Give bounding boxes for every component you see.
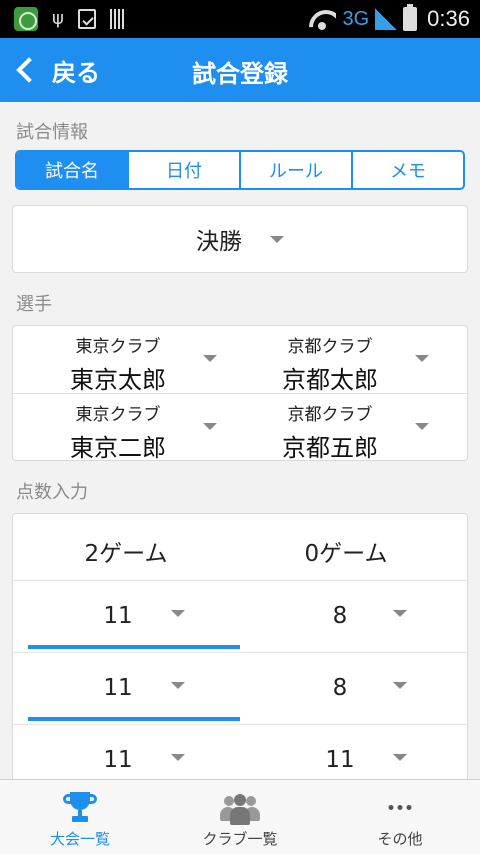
- score-select-right[interactable]: 8: [235, 653, 461, 725]
- tab-memo[interactable]: メモ: [351, 152, 463, 188]
- nav-other[interactable]: その他: [320, 780, 480, 854]
- score-value: 11: [103, 675, 133, 701]
- player-select-left[interactable]: 東京クラブ 東京二郎: [13, 394, 239, 462]
- player-select-left[interactable]: 東京クラブ 東京太郎: [13, 326, 239, 394]
- player-name: 京都五郎: [282, 434, 378, 462]
- nav-label: クラブ一覧: [202, 830, 278, 848]
- tab-date[interactable]: 日付: [127, 152, 239, 188]
- player-name: 東京二郎: [70, 434, 166, 462]
- match-info-tabs: 試合名 日付 ルール メモ: [15, 150, 465, 190]
- player-select-right[interactable]: 京都クラブ 京都太郎: [225, 326, 451, 394]
- score-value: 8: [332, 603, 348, 629]
- tab-match-name[interactable]: 試合名: [17, 152, 127, 188]
- tab-rule[interactable]: ルール: [239, 152, 351, 188]
- people-icon: [220, 792, 260, 826]
- player-name: 京都太郎: [282, 366, 378, 394]
- clock: 0:36: [427, 6, 470, 31]
- score-value: 11: [103, 603, 133, 629]
- chevron-down-icon: [171, 754, 185, 761]
- status-bar: ψ 3G 0:36: [0, 0, 480, 38]
- app-bar: 戻る 試合登録: [0, 38, 480, 102]
- chevron-down-icon: [393, 682, 407, 689]
- player-row: 東京クラブ 東京太郎 京都クラブ 京都太郎: [13, 326, 467, 394]
- score-select-left[interactable]: 11: [13, 653, 240, 725]
- chevron-down-icon: [171, 610, 185, 617]
- chevron-down-icon: [270, 235, 284, 243]
- clipboard-icon: [77, 9, 96, 29]
- right-games-total: 0ゲーム: [304, 541, 388, 567]
- nav-label: 大会一覧: [49, 830, 110, 848]
- trophy-icon: [63, 792, 97, 824]
- match-name-card: 決勝: [12, 205, 468, 273]
- chevron-down-icon: [415, 355, 429, 362]
- usb-icon: ψ: [52, 8, 64, 29]
- chevron-down-icon: [203, 423, 217, 430]
- chevron-down-icon: [171, 682, 185, 689]
- page-title: 試合登録: [192, 60, 288, 88]
- bottom-nav: 大会一覧 クラブ一覧 その他: [0, 779, 480, 854]
- score-value: 11: [325, 747, 355, 773]
- score-value: 8: [332, 675, 348, 701]
- score-row: 11 8: [13, 580, 467, 652]
- score-select-left[interactable]: 11: [13, 581, 240, 653]
- score-row: 11 8: [13, 652, 467, 724]
- player-select-right[interactable]: 京都クラブ 京都五郎: [225, 394, 451, 462]
- match-info-label: 試合情報: [16, 122, 88, 143]
- club-name: 東京クラブ: [75, 337, 161, 357]
- nav-club-list[interactable]: クラブ一覧: [160, 780, 320, 854]
- match-name-value: 決勝: [196, 229, 242, 255]
- players-label: 選手: [16, 294, 52, 315]
- score-value: 11: [103, 747, 133, 773]
- network-type: 3G: [342, 7, 370, 30]
- players-card: 東京クラブ 東京太郎 京都クラブ 京都太郎 東京クラブ 東京二郎 京都クラブ 京…: [12, 325, 468, 462]
- left-games-total: 2ゲーム: [84, 541, 168, 567]
- player-name: 東京太郎: [70, 366, 166, 394]
- signal-icon: [375, 8, 398, 30]
- nav-tournament-list[interactable]: 大会一覧: [0, 780, 160, 854]
- chevron-down-icon: [203, 355, 217, 362]
- chevron-down-icon: [415, 423, 429, 430]
- more-icon: [388, 805, 412, 810]
- score-select-right[interactable]: 8: [235, 581, 461, 653]
- club-name: 東京クラブ: [75, 405, 161, 425]
- score-card: 2ゲーム 0ゲーム 11 8 11 8 11 11: [12, 513, 468, 813]
- wifi-icon: [308, 8, 336, 30]
- player-row: 東京クラブ 東京二郎 京都クラブ 京都五郎: [13, 393, 467, 462]
- battery-icon: [403, 4, 418, 31]
- club-name: 京都クラブ: [287, 405, 373, 425]
- app-notification-icon: [14, 7, 38, 31]
- chevron-down-icon: [393, 754, 407, 761]
- barcode-icon: [109, 9, 126, 29]
- chevron-down-icon: [393, 610, 407, 617]
- club-name: 京都クラブ: [287, 337, 373, 357]
- nav-label: その他: [377, 830, 423, 848]
- match-name-select[interactable]: 決勝: [13, 206, 467, 272]
- score-input-label: 点数入力: [16, 482, 88, 503]
